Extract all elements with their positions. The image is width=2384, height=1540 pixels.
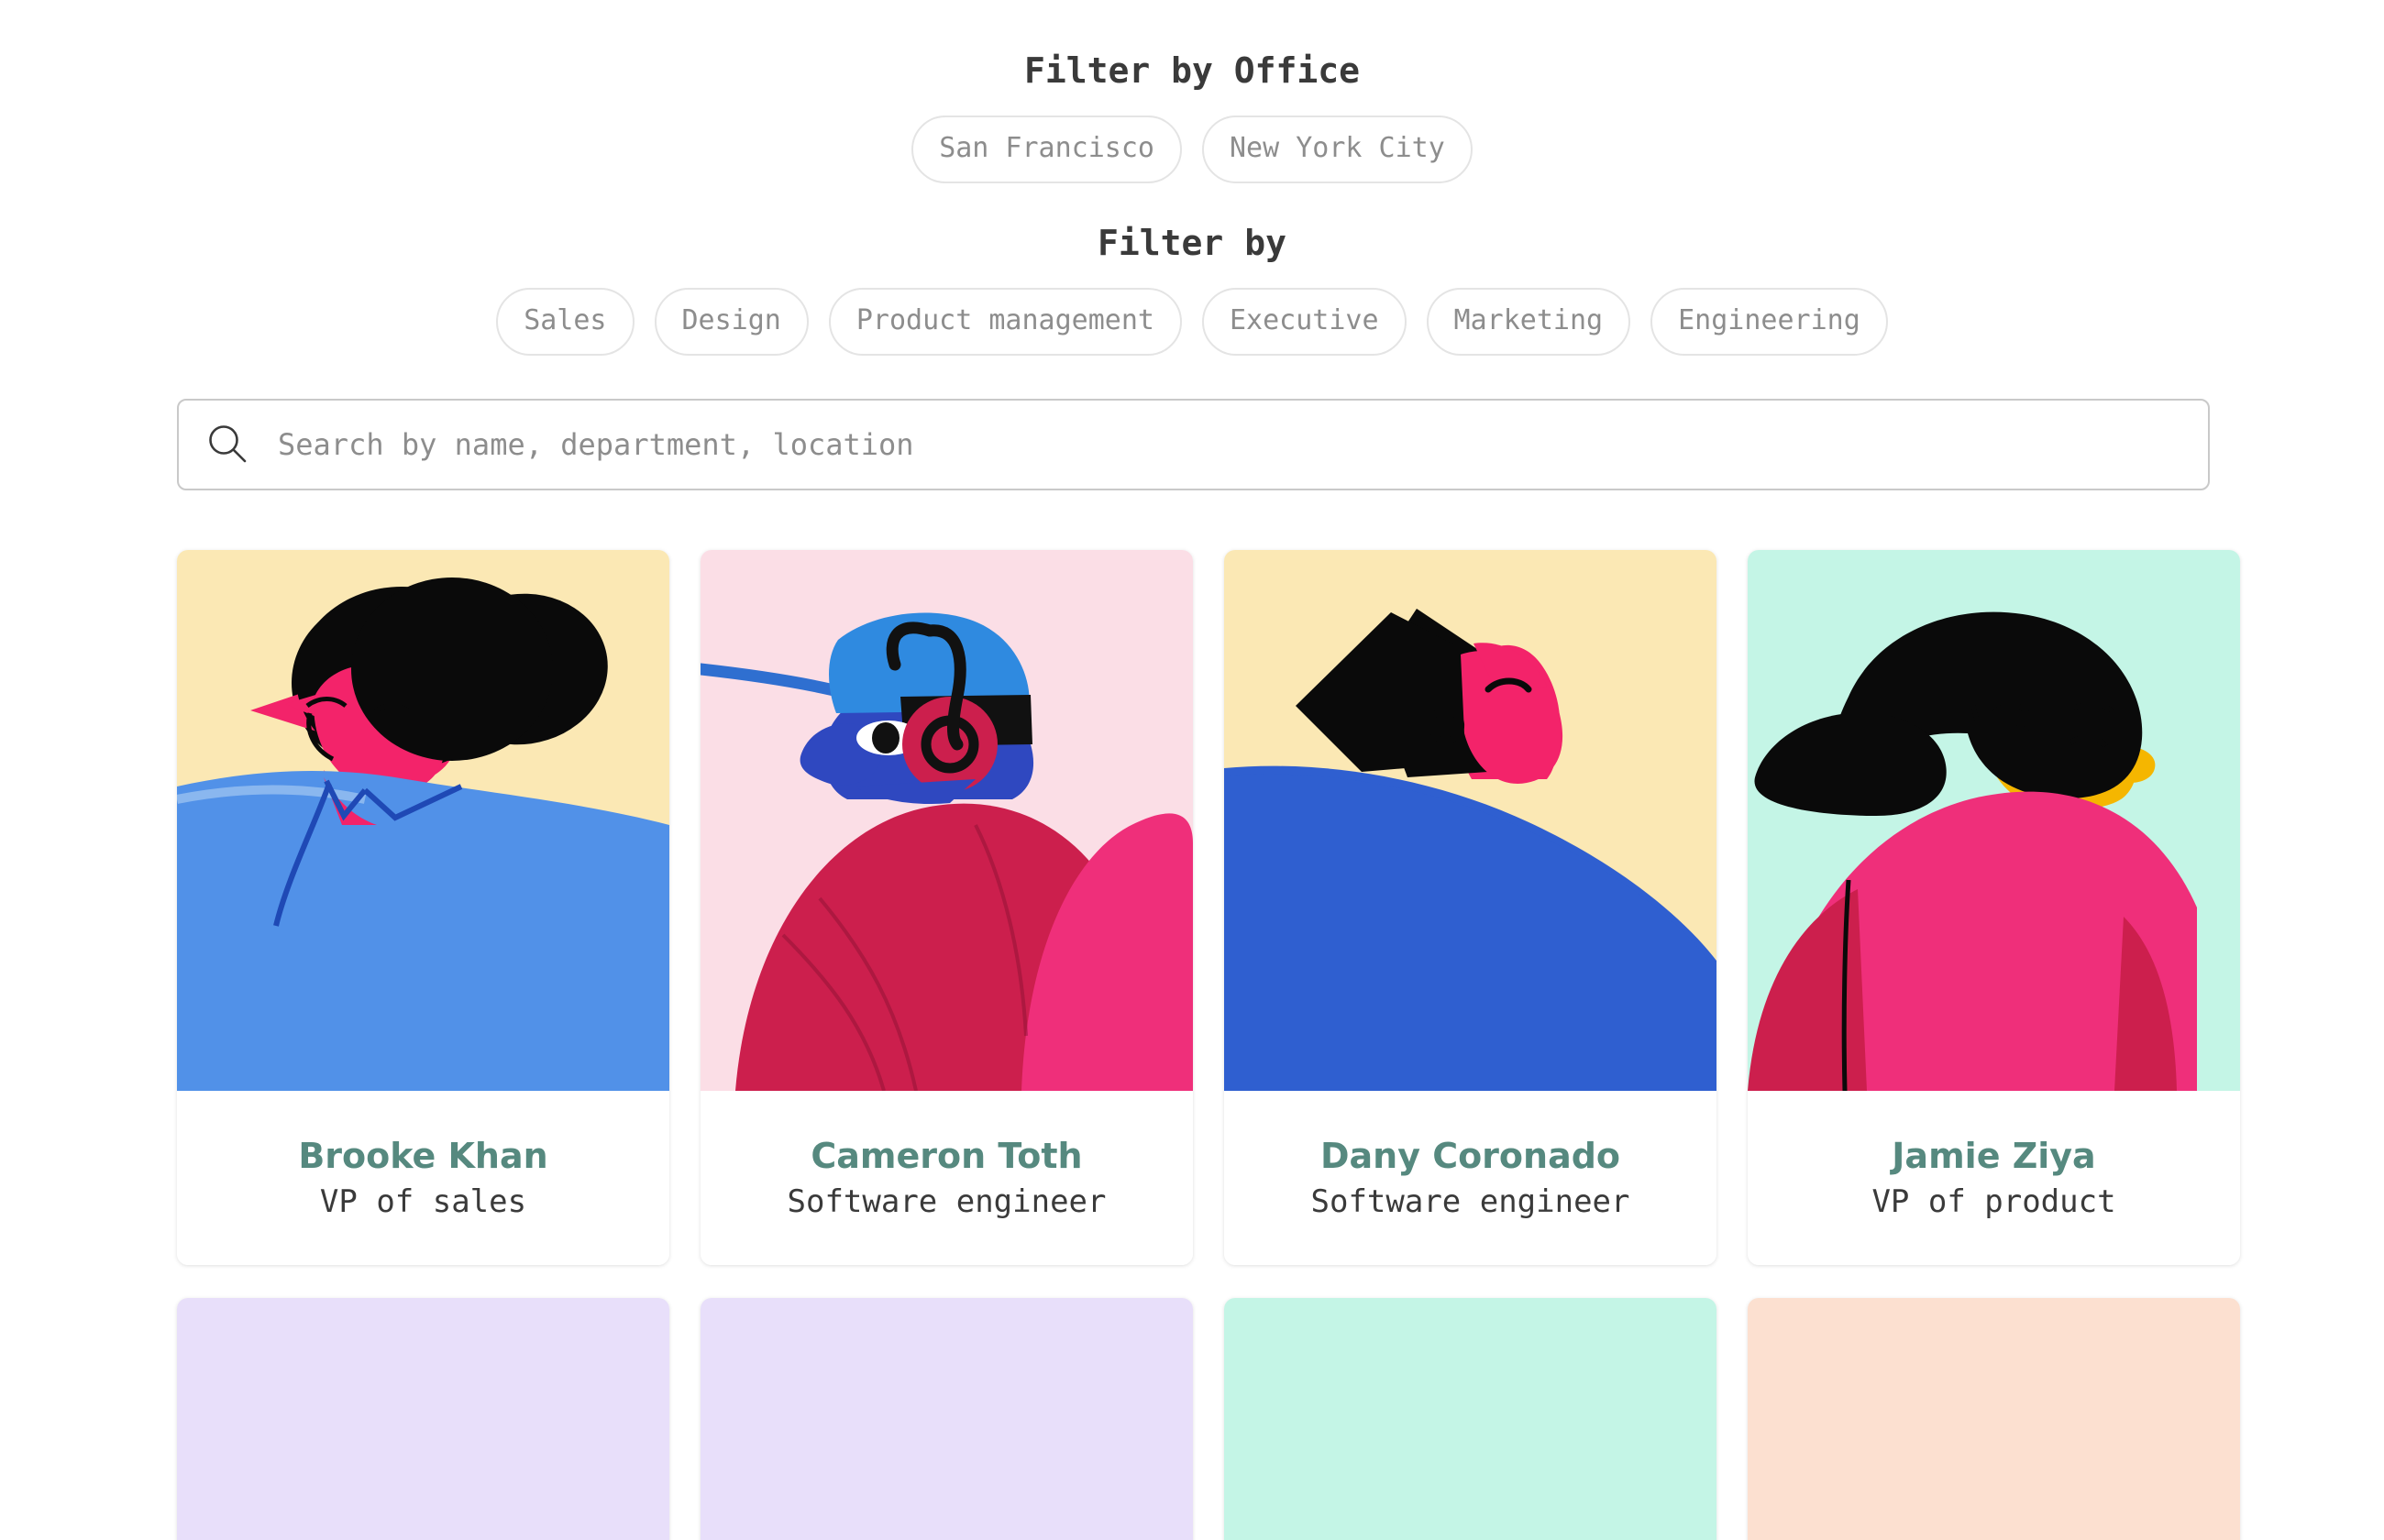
department-filter-product-management[interactable]: Product management bbox=[828, 288, 1182, 356]
employee-portrait-row2-1 bbox=[177, 1298, 669, 1540]
employee-portrait-cameron-toth bbox=[701, 550, 1193, 1091]
department-filter-marketing[interactable]: Marketing bbox=[1426, 288, 1631, 356]
office-filter-heading: Filter by Office bbox=[1023, 50, 1361, 91]
employee-card[interactable]: Jamie Ziya VP of product bbox=[1748, 550, 2240, 1265]
employee-card[interactable] bbox=[1748, 1298, 2240, 1540]
employee-card-body: Cameron Toth Software engineer bbox=[701, 1091, 1193, 1265]
employee-portrait-row2-4 bbox=[1748, 1298, 2240, 1540]
employee-card-grid: Brooke Khan VP of sales Cameron Toth Sof… bbox=[177, 550, 2240, 1540]
department-filter-sales[interactable]: Sales bbox=[496, 288, 635, 356]
office-filter-new-york-city[interactable]: New York City bbox=[1202, 116, 1473, 183]
employee-name: Brooke Khan bbox=[298, 1136, 548, 1176]
employee-card-body: Jamie Ziya VP of product bbox=[1748, 1091, 2240, 1265]
employee-card[interactable]: Cameron Toth Software engineer bbox=[701, 550, 1193, 1265]
employee-portrait-row2-3 bbox=[1224, 1298, 1716, 1540]
employee-card[interactable]: Brooke Khan VP of sales bbox=[177, 550, 669, 1265]
department-filter-heading: Filter by bbox=[1098, 223, 1286, 263]
employee-card-body: Dany Coronado Software engineer bbox=[1224, 1091, 1716, 1265]
office-filter-section: Filter by Office San Francisco New York … bbox=[0, 0, 2384, 183]
employee-card-body: Brooke Khan VP of sales bbox=[177, 1091, 669, 1265]
employee-name: Cameron Toth bbox=[811, 1136, 1083, 1176]
department-filter-design[interactable]: Design bbox=[654, 288, 809, 356]
department-filter-engineering[interactable]: Engineering bbox=[1650, 288, 1888, 356]
employee-portrait-brooke-khan bbox=[177, 550, 669, 1091]
employee-role: VP of product bbox=[1871, 1183, 2116, 1220]
employee-card[interactable] bbox=[1224, 1298, 1716, 1540]
employee-portrait-dany-coronado bbox=[1224, 550, 1716, 1091]
department-filter-section: Filter by Sales Design Product managemen… bbox=[0, 183, 2384, 356]
employee-name: Jamie Ziya bbox=[1892, 1136, 2096, 1176]
employee-role: Software engineer bbox=[787, 1183, 1107, 1220]
employee-role: Software engineer bbox=[1310, 1183, 1630, 1220]
search-input[interactable] bbox=[278, 401, 2208, 489]
employee-name: Dany Coronado bbox=[1319, 1136, 1621, 1176]
employee-portrait-jamie-ziya bbox=[1748, 550, 2240, 1091]
department-filter-executive[interactable]: Executive bbox=[1201, 288, 1407, 356]
office-filter-san-francisco[interactable]: San Francisco bbox=[911, 116, 1182, 183]
employee-portrait-row2-2 bbox=[701, 1298, 1193, 1540]
employee-card[interactable] bbox=[177, 1298, 669, 1540]
employee-card[interactable] bbox=[701, 1298, 1193, 1540]
search-icon bbox=[206, 424, 248, 466]
employee-card[interactable]: Dany Coronado Software engineer bbox=[1224, 550, 1716, 1265]
employee-directory-page: Filter by Office San Francisco New York … bbox=[0, 0, 2384, 1540]
search-bar[interactable] bbox=[177, 399, 2210, 490]
office-filter-pill-row: San Francisco New York City bbox=[0, 116, 2384, 183]
department-filter-pill-row: Sales Design Product management Executiv… bbox=[0, 288, 2384, 356]
employee-role: VP of sales bbox=[319, 1183, 527, 1220]
